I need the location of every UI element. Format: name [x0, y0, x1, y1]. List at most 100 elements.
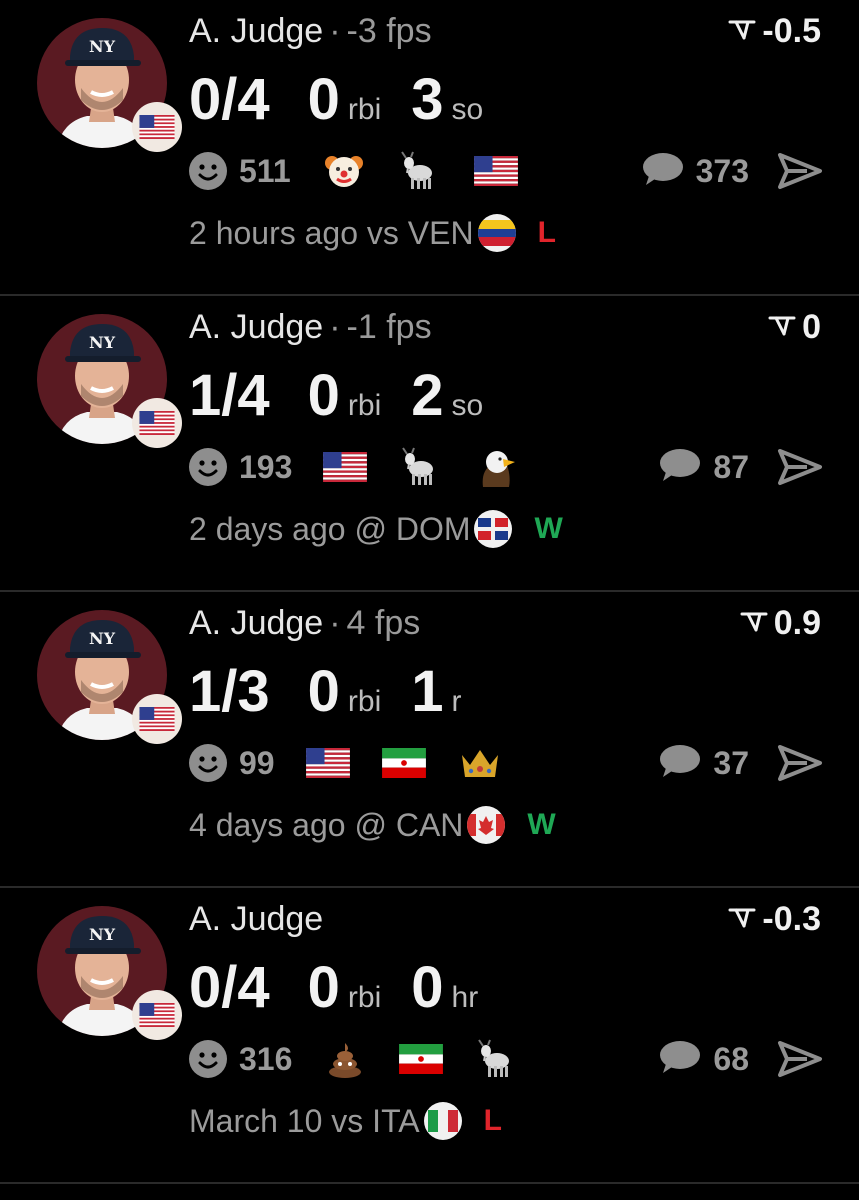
player-name[interactable]: A. Judge — [189, 12, 323, 50]
reactions: 511 — [189, 151, 549, 191]
rating-value: 0 — [802, 308, 821, 346]
rating-value: 0.9 — [773, 604, 821, 642]
feed-card[interactable]: NY A. Judge · -3 fps -0.5 0/4 0 rbi 3 so 511 3… — [0, 0, 859, 296]
separator-dot: · — [329, 604, 341, 642]
stat-unit: rbi — [347, 685, 382, 718]
player-name[interactable]: A. Judge — [189, 604, 323, 642]
svg-text:NY: NY — [89, 925, 116, 944]
game-info[interactable]: 2 days ago @ DOM W — [189, 510, 563, 548]
game-info[interactable]: 4 days ago @ CAN W — [189, 806, 556, 844]
rating[interactable]: 0 — [768, 308, 821, 347]
game-result: W — [534, 512, 563, 545]
stat-value: 0/4 — [189, 67, 270, 132]
player-avatar[interactable]: NY — [37, 906, 182, 1040]
game-result: L — [537, 216, 556, 249]
venezuela-flag-icon — [477, 214, 516, 252]
comment-count: 68 — [713, 1041, 749, 1077]
card-header: A. Judge · -3 fps — [189, 12, 432, 51]
us-flag-badge-icon — [132, 694, 182, 744]
us-flag-emoji[interactable] — [322, 447, 368, 487]
game-result: L — [483, 1104, 502, 1137]
smiley-icon[interactable] — [189, 448, 227, 486]
stat-unit: rbi — [347, 981, 382, 1014]
smiley-icon[interactable] — [189, 1040, 227, 1078]
us-flag-badge-icon — [132, 990, 182, 1040]
reaction-count: 99 — [239, 744, 275, 781]
rating-icon — [740, 604, 768, 643]
svg-text:NY: NY — [89, 333, 116, 352]
feed-card[interactable]: NY A. Judge · -1 fps 0 1/4 0 rbi 2 so 193 87 2… — [0, 296, 859, 592]
share-icon[interactable] — [777, 743, 823, 783]
reactions: 99 — [189, 743, 533, 783]
comment-bubble-icon — [657, 447, 701, 488]
rating-value: -0.3 — [762, 900, 821, 938]
goat-emoji[interactable] — [474, 1039, 520, 1079]
player-avatar[interactable]: NY — [37, 610, 182, 744]
share-icon[interactable] — [777, 447, 823, 487]
feed-card[interactable]: NY A. Judge · 4 fps 0.9 1/3 0 rbi 1 r 99 37 4 … — [0, 592, 859, 888]
card-header: A. Judge · -1 fps — [189, 308, 432, 347]
comment-bubble-icon — [657, 1039, 701, 1080]
iran-flag-emoji[interactable] — [398, 1039, 444, 1079]
rating[interactable]: -0.3 — [728, 900, 821, 939]
stat-unit: so — [451, 93, 484, 126]
rating-icon — [728, 12, 756, 51]
italy-flag-icon — [423, 1102, 462, 1140]
comment-count: 37 — [713, 745, 749, 781]
fps-value: -1 fps — [346, 308, 432, 346]
stat-unit: so — [451, 389, 484, 422]
rating-icon — [728, 900, 756, 939]
player-avatar[interactable]: NY — [37, 18, 182, 152]
svg-text:NY: NY — [89, 37, 116, 56]
stat-value: 1/3 — [189, 659, 270, 724]
clown-emoji[interactable] — [321, 151, 367, 191]
stat-value: 2 — [411, 363, 444, 428]
reaction-count: 511 — [239, 152, 291, 189]
separator-dot: · — [329, 308, 341, 346]
reaction-count: 316 — [239, 1040, 293, 1077]
comment-count: 373 — [695, 153, 749, 189]
us-flag-emoji[interactable] — [473, 151, 519, 191]
stat-value: 0/4 — [189, 955, 270, 1020]
crown-emoji[interactable] — [457, 743, 503, 783]
goat-emoji[interactable] — [398, 447, 444, 487]
stat-unit: r — [451, 685, 462, 718]
stat-value: 1/4 — [189, 363, 270, 428]
stat-value: 0 — [411, 955, 444, 1020]
smiley-icon[interactable] — [189, 744, 227, 782]
rating[interactable]: 0.9 — [740, 604, 821, 643]
stat-value: 0 — [307, 363, 340, 428]
game-text: 4 days ago @ CAN — [189, 806, 464, 843]
stat-value: 1 — [411, 659, 444, 724]
stat-value: 0 — [307, 67, 340, 132]
comments-button[interactable]: 68 — [657, 1039, 749, 1080]
player-name[interactable]: A. Judge — [189, 900, 323, 938]
share-icon[interactable] — [777, 151, 823, 191]
fps-value: -3 fps — [346, 12, 432, 50]
svg-text:NY: NY — [89, 629, 116, 648]
player-name[interactable]: A. Judge — [189, 308, 323, 346]
comments-button[interactable]: 373 — [640, 151, 749, 192]
game-info[interactable]: March 10 vs ITA L — [189, 1102, 502, 1140]
us-flag-badge-icon — [132, 102, 182, 152]
game-info[interactable]: 2 hours ago vs VEN L — [189, 214, 556, 252]
eagle-emoji[interactable] — [474, 447, 520, 487]
game-text: 2 hours ago vs VEN — [189, 214, 474, 251]
feed-card[interactable]: NY A. Judge -0.3 0/4 0 rbi 0 hr 316 68 March… — [0, 888, 859, 1184]
comments-button[interactable]: 87 — [657, 447, 749, 488]
game-text: 2 days ago @ DOM — [189, 510, 471, 547]
us-flag-emoji[interactable] — [305, 743, 351, 783]
comments-button[interactable]: 37 — [657, 743, 749, 784]
reaction-count: 193 — [239, 448, 293, 485]
goat-emoji[interactable] — [397, 151, 443, 191]
iran-flag-emoji[interactable] — [381, 743, 427, 783]
stat-unit: hr — [451, 981, 479, 1014]
share-icon[interactable] — [777, 1039, 823, 1079]
poop-emoji[interactable] — [322, 1039, 368, 1079]
reactions: 316 — [189, 1039, 550, 1079]
stat-value: 0 — [307, 659, 340, 724]
rating[interactable]: -0.5 — [728, 12, 821, 51]
stat-line: 1/4 0 rbi 2 so — [189, 362, 513, 429]
player-avatar[interactable]: NY — [37, 314, 182, 448]
smiley-icon[interactable] — [189, 152, 227, 190]
